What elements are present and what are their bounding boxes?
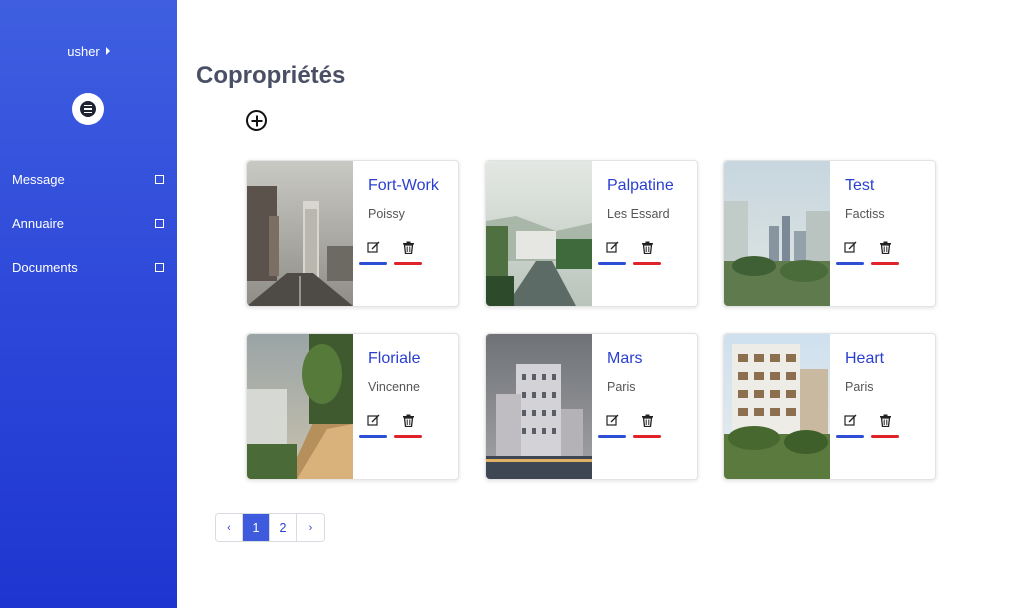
sidebar: usher Message Annuaire Documents <box>0 0 177 608</box>
edit-underline <box>598 435 626 438</box>
pagination-page-2[interactable]: 2 <box>270 514 297 541</box>
property-card[interactable]: Mars Paris <box>485 333 698 480</box>
property-name[interactable]: Mars <box>607 350 643 368</box>
delete-underline <box>871 262 899 265</box>
trash-icon <box>642 241 653 254</box>
delete-underline <box>394 435 422 438</box>
delete-button[interactable] <box>871 412 899 438</box>
square-icon <box>155 174 164 184</box>
edit-icon <box>606 241 619 253</box>
edit-button[interactable] <box>598 412 626 438</box>
edit-button[interactable] <box>598 239 626 265</box>
square-icon <box>155 218 164 228</box>
delete-button[interactable] <box>633 412 661 438</box>
list-icon <box>80 101 96 117</box>
property-card[interactable]: Heart Paris <box>723 333 936 480</box>
edit-underline <box>836 262 864 265</box>
building-image <box>247 161 353 306</box>
edit-icon <box>367 414 380 426</box>
edit-icon <box>367 241 380 253</box>
trash-icon <box>403 414 414 427</box>
property-card[interactable]: Palpatine Les Essard <box>485 160 698 307</box>
property-name[interactable]: Fort-Work <box>368 177 439 195</box>
property-city: Les Essard <box>607 207 670 221</box>
pagination-page-1[interactable]: 1 <box>243 514 270 541</box>
sidebar-item-label: Annuaire <box>12 215 65 231</box>
trash-icon <box>880 414 891 427</box>
property-card[interactable]: Fort-Work Poissy <box>246 160 459 307</box>
delete-button[interactable] <box>394 239 422 265</box>
square-icon <box>155 262 164 272</box>
property-city: Vincenne <box>368 380 420 394</box>
edit-underline <box>359 262 387 265</box>
property-city: Poissy <box>368 207 405 221</box>
trash-icon <box>880 241 891 254</box>
edit-underline <box>359 435 387 438</box>
property-name[interactable]: Test <box>845 177 874 195</box>
edit-icon <box>844 414 857 426</box>
property-name[interactable]: Palpatine <box>607 177 674 195</box>
pagination-next[interactable]: › <box>297 514 324 541</box>
caret-right-icon <box>105 47 110 55</box>
sidebar-item-annuaire[interactable]: Annuaire <box>12 212 164 234</box>
property-city: Paris <box>845 380 874 394</box>
property-name[interactable]: Floriale <box>368 350 420 368</box>
user-name[interactable]: usher <box>67 44 100 59</box>
page-title: Copropriétés <box>196 62 346 89</box>
sidebar-item-documents[interactable]: Documents <box>12 256 164 278</box>
delete-button[interactable] <box>394 412 422 438</box>
building-image <box>247 334 353 479</box>
sidebar-item-label: Message <box>12 171 65 187</box>
delete-button[interactable] <box>633 239 661 265</box>
building-image <box>486 334 592 479</box>
property-city: Paris <box>607 380 636 394</box>
sidebar-item-message[interactable]: Message <box>12 168 164 190</box>
trash-icon <box>642 414 653 427</box>
building-image <box>724 161 830 306</box>
building-image <box>724 334 830 479</box>
edit-button[interactable] <box>359 412 387 438</box>
property-name[interactable]: Heart <box>845 350 884 368</box>
delete-underline <box>394 262 422 265</box>
delete-underline <box>633 262 661 265</box>
trash-icon <box>403 241 414 254</box>
sidebar-item-label: Documents <box>12 259 78 275</box>
delete-underline <box>871 435 899 438</box>
edit-underline <box>598 262 626 265</box>
property-card[interactable]: Test Factiss <box>723 160 936 307</box>
pagination: ‹ 1 2 › <box>215 513 325 542</box>
add-button[interactable] <box>246 110 267 131</box>
edit-underline <box>836 435 864 438</box>
edit-button[interactable] <box>836 239 864 265</box>
edit-button[interactable] <box>359 239 387 265</box>
user-menu[interactable]: usher <box>0 44 177 59</box>
edit-button[interactable] <box>836 412 864 438</box>
pagination-prev[interactable]: ‹ <box>216 514 243 541</box>
property-city: Factiss <box>845 207 885 221</box>
delete-button[interactable] <box>871 239 899 265</box>
delete-underline <box>633 435 661 438</box>
edit-icon <box>606 414 619 426</box>
property-card[interactable]: Floriale Vincenne <box>246 333 459 480</box>
building-image <box>486 161 592 306</box>
edit-icon <box>844 241 857 253</box>
menu-toggle-button[interactable] <box>72 93 104 125</box>
